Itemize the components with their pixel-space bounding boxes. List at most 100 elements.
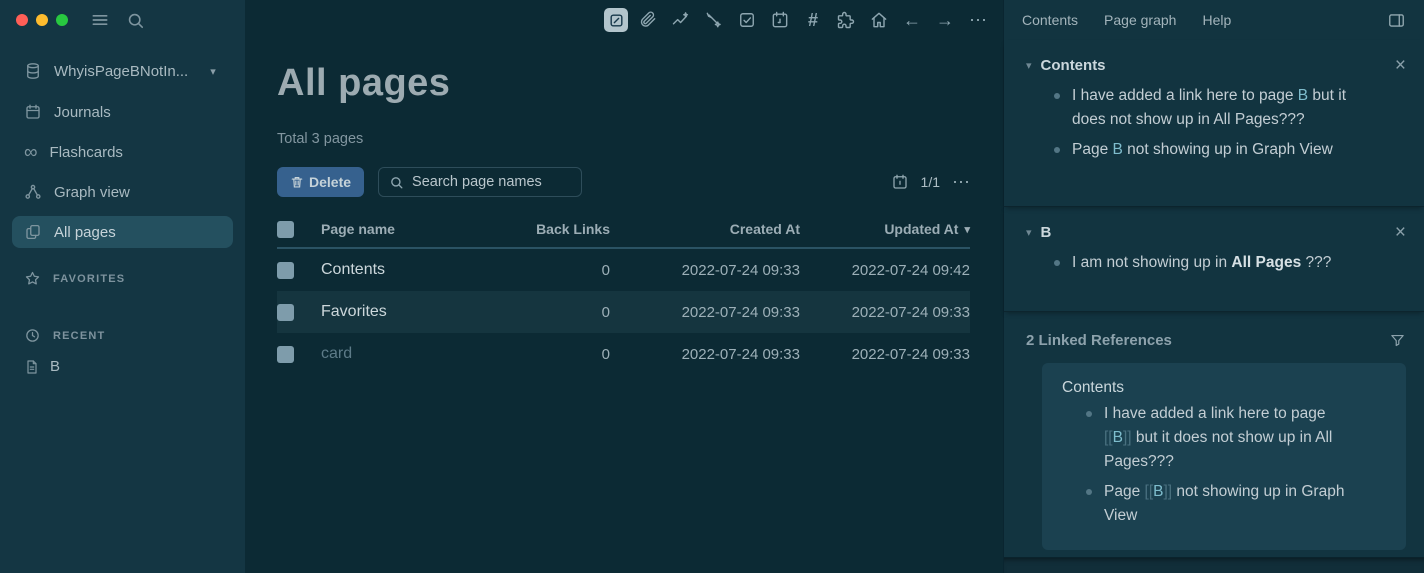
- plugins-icon[interactable]: [833, 7, 859, 33]
- back-icon[interactable]: ←: [899, 7, 925, 33]
- page-b-panel-title[interactable]: B: [1041, 224, 1052, 241]
- trash-icon: [290, 175, 304, 189]
- row-checkbox[interactable]: [277, 261, 294, 279]
- edit-icon[interactable]: [604, 8, 628, 32]
- graph-icon: [24, 183, 42, 201]
- sidebar-item-journals[interactable]: Journals: [12, 96, 233, 128]
- page-link-b[interactable]: B: [1298, 87, 1308, 104]
- column-header-created-at[interactable]: Created At: [610, 221, 800, 237]
- home-icon[interactable]: [866, 7, 892, 33]
- paperclip-icon[interactable]: [635, 7, 661, 33]
- infinity-icon: ∞: [24, 141, 38, 163]
- window-controls-bar: [0, 0, 245, 40]
- bracket-close: ]]: [1163, 483, 1173, 500]
- delete-button[interactable]: Delete: [277, 167, 365, 197]
- recent-section-header[interactable]: RECENT: [24, 327, 221, 344]
- calendar-icon[interactable]: [767, 7, 793, 33]
- filter-icon[interactable]: [1389, 332, 1406, 349]
- page-link-b[interactable]: B: [1153, 483, 1163, 500]
- task-icon[interactable]: [734, 7, 760, 33]
- page-link-b[interactable]: B: [1113, 429, 1123, 446]
- page-title: All pages: [277, 62, 451, 104]
- right-sidebar-bottom-divider: [1004, 557, 1424, 573]
- page-name-link[interactable]: Contents: [321, 261, 490, 279]
- minimize-window-button[interactable]: [36, 14, 48, 26]
- list-item[interactable]: Page B not showing up in Graph View: [1054, 138, 1372, 162]
- list-item[interactable]: I have added a link here to page B but i…: [1054, 84, 1372, 132]
- updated-at-value: 2022-07-24 09:33: [851, 345, 970, 363]
- close-icon[interactable]: ×: [1395, 56, 1406, 75]
- left-sidebar: WhyisPageBNotIn... ▾ Journals ∞ Flashcar…: [0, 0, 245, 573]
- sidebar-item-flashcards[interactable]: ∞ Flashcards: [12, 136, 233, 168]
- linked-references-header: 2 Linked References: [1026, 332, 1406, 349]
- row-checkbox[interactable]: [277, 345, 294, 363]
- contents-panel: ▾ Contents × I have added a link here to…: [1004, 40, 1424, 207]
- pagination-controls: 1/1 ⋯: [891, 173, 970, 191]
- column-header-back-links[interactable]: Back Links: [490, 221, 610, 237]
- recent-label: RECENT: [53, 329, 106, 342]
- recent-item-label: B: [50, 358, 61, 375]
- search-page-names-box: [378, 167, 583, 197]
- collapse-caret-icon[interactable]: ▾: [1026, 226, 1032, 239]
- list-item[interactable]: I have added a link here to page [[B]] b…: [1086, 402, 1348, 474]
- database-icon: [24, 62, 42, 80]
- page-name-link[interactable]: Favorites: [321, 303, 490, 321]
- contents-bullet-list: I have added a link here to page B but i…: [1026, 84, 1406, 162]
- bullet-text: not showing up in Graph View: [1122, 141, 1333, 158]
- back-links-count: 0: [601, 303, 610, 321]
- page-b-bullet-list: I am not showing up in All Pages ???: [1026, 251, 1406, 275]
- contents-panel-title[interactable]: Contents: [1041, 57, 1106, 74]
- tab-contents[interactable]: Contents: [1022, 12, 1078, 28]
- favorites-section-header[interactable]: FAVORITES: [24, 270, 221, 287]
- sidebar-item-all-pages[interactable]: All pages: [12, 216, 233, 248]
- column-header-updated-at[interactable]: Updated At ▾: [800, 221, 970, 237]
- page-link-b[interactable]: B: [1113, 141, 1123, 158]
- search-icon[interactable]: [126, 11, 145, 30]
- page-b-panel-header: ▾ B ×: [1026, 223, 1406, 242]
- row-checkbox[interactable]: [277, 303, 294, 321]
- column-header-page-name[interactable]: Page name: [321, 221, 490, 237]
- forward-icon[interactable]: →: [932, 7, 958, 33]
- bracket-close: ]]: [1122, 429, 1132, 446]
- right-sidebar-topbar: Contents Page graph Help: [1004, 0, 1424, 40]
- tab-page-graph[interactable]: Page graph: [1104, 12, 1176, 28]
- bracket-open: [[: [1104, 429, 1113, 446]
- search-icon: [389, 175, 404, 190]
- graph-switcher[interactable]: WhyisPageBNotIn... ▾: [12, 56, 233, 86]
- bullet-text: Page: [1104, 483, 1145, 500]
- toggle-right-sidebar-icon[interactable]: [1387, 11, 1406, 30]
- more-icon[interactable]: ⋯: [965, 7, 991, 33]
- page-b-panel: ▾ B × I am not showing up in All Pages ?…: [1004, 207, 1424, 312]
- document-icon: [24, 359, 40, 375]
- recent-item-b[interactable]: B: [24, 358, 221, 375]
- pages-icon: [24, 223, 42, 241]
- page-name-link[interactable]: card: [321, 345, 490, 363]
- collapse-caret-icon[interactable]: ▾: [1026, 59, 1032, 72]
- total-pages-label: Total 3 pages: [277, 131, 364, 147]
- hamburger-menu-icon[interactable]: [90, 10, 110, 30]
- reference-bullet-list: I have added a link here to page [[B]] b…: [1062, 402, 1390, 528]
- select-all-checkbox[interactable]: [277, 220, 294, 238]
- updated-at-value: 2022-07-24 09:42: [851, 261, 970, 279]
- sidebar-item-label: Flashcards: [49, 143, 123, 161]
- bullet-text: but it does not show up in All Pages???: [1104, 429, 1333, 470]
- zoom-window-button[interactable]: [56, 14, 68, 26]
- close-window-button[interactable]: [16, 14, 28, 26]
- calendar-filter-icon[interactable]: [891, 173, 909, 191]
- sidebar-item-graph-view[interactable]: Graph view: [12, 176, 233, 208]
- search-page-names-input[interactable]: [412, 174, 572, 190]
- created-at-value: 2022-07-24 09:33: [681, 261, 800, 279]
- table-more-icon[interactable]: ⋯: [952, 173, 970, 191]
- activity-icon[interactable]: [668, 7, 694, 33]
- tab-help[interactable]: Help: [1202, 12, 1231, 28]
- list-item[interactable]: I am not showing up in All Pages ???: [1054, 251, 1372, 275]
- sidebar-item-label: Graph view: [54, 183, 130, 201]
- hash-icon[interactable]: #: [800, 7, 826, 33]
- draw-icon[interactable]: [701, 7, 727, 33]
- table-row: card 0 2022-07-24 09:33 2022-07-24 09:33: [277, 333, 970, 375]
- created-at-value: 2022-07-24 09:33: [681, 345, 800, 363]
- bullet-text: I have added a link here to page: [1072, 87, 1298, 104]
- reference-page-title[interactable]: Contents: [1062, 376, 1390, 400]
- list-item[interactable]: Page [[B]] not showing up in Graph View: [1086, 480, 1348, 528]
- close-icon[interactable]: ×: [1395, 223, 1406, 242]
